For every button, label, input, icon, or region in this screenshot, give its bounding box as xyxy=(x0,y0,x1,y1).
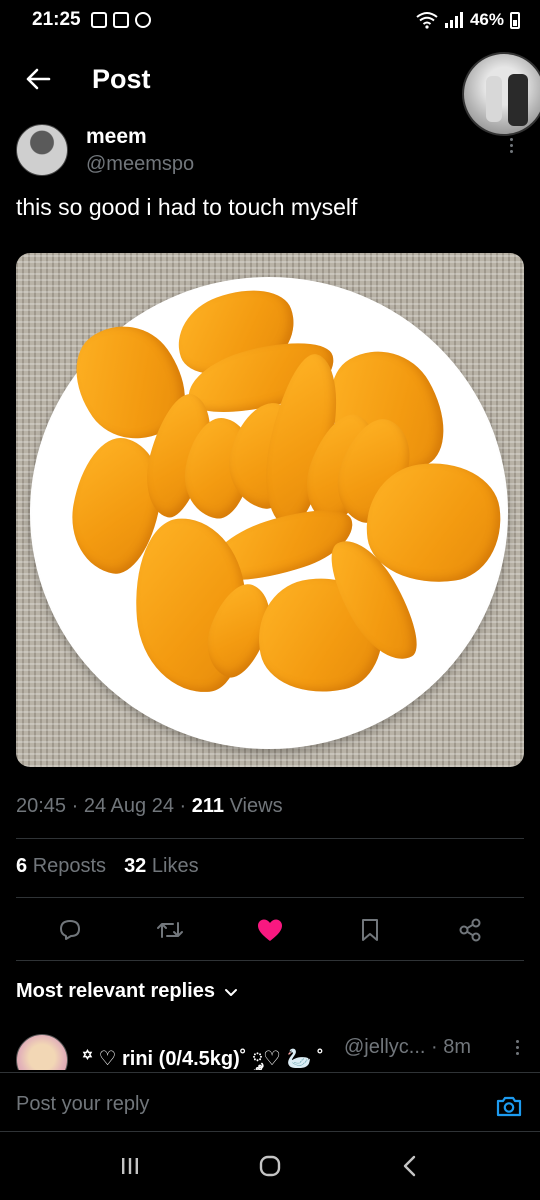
post-text: this so good i had to touch myself xyxy=(16,194,358,220)
repost-icon xyxy=(157,922,183,938)
battery-icon xyxy=(510,11,520,29)
bookmark-icon xyxy=(362,919,378,941)
replies-sort-label: Most relevant replies xyxy=(16,980,215,1002)
reply-icon xyxy=(60,920,80,940)
reply-button[interactable] xyxy=(50,910,90,950)
author-handle[interactable]: @meemspo xyxy=(86,150,194,178)
reposts-count: 6 xyxy=(16,855,28,877)
reposts-stat[interactable]: 6 Reposts xyxy=(16,855,106,878)
like-button[interactable] xyxy=(250,910,290,950)
reply-more-icon[interactable] xyxy=(514,1040,520,1055)
reply-author-name[interactable]: ꙳ ♡ rini (0/4.5kg)˚ ༘♡ 🦢 ˚ xyxy=(82,1036,324,1070)
repost-button[interactable] xyxy=(150,910,190,950)
system-nav-bar xyxy=(0,1132,540,1200)
likes-stat[interactable]: 32 Likes xyxy=(124,855,199,878)
replies-sort-dropdown[interactable]: Most relevant replies xyxy=(16,980,239,1003)
wifi-icon xyxy=(416,12,438,29)
signal-icon xyxy=(444,12,463,28)
recents-icon xyxy=(122,1158,138,1174)
checkbox-icon xyxy=(112,12,129,28)
chevron-down-icon xyxy=(224,988,237,996)
system-back-button[interactable] xyxy=(390,1146,430,1186)
page-title: Post xyxy=(92,63,151,94)
reply-avatar[interactable] xyxy=(16,1034,68,1070)
post-stats: 6 Reposts 32 Likes xyxy=(16,855,199,878)
share-icon xyxy=(459,918,481,942)
meta-separator: · xyxy=(179,795,187,817)
camera-icon xyxy=(496,1096,522,1117)
reply-composer[interactable]: Post your reply xyxy=(0,1072,540,1132)
likes-label: Likes xyxy=(151,855,199,877)
likes-count: 32 xyxy=(124,855,147,877)
divider xyxy=(16,960,524,961)
author-avatar[interactable] xyxy=(16,124,68,176)
chevron-left-icon xyxy=(403,1155,416,1177)
status-bar: 21:25 46% xyxy=(0,0,540,40)
post-author: meem @meemspo xyxy=(16,124,513,184)
home-button[interactable] xyxy=(250,1146,290,1186)
more-options-icon[interactable] xyxy=(508,138,514,153)
reply-item[interactable]: ꙳ ♡ rini (0/4.5kg)˚ ༘♡ 🦢 ˚ @jellyc... · … xyxy=(16,1030,524,1070)
battery-percentage: 46% xyxy=(469,10,504,29)
home-icon xyxy=(259,1155,281,1177)
heart-filled-icon xyxy=(258,919,282,941)
post-meta: 20:45 · 24 Aug 24 · 211 Views xyxy=(16,795,283,818)
divider xyxy=(16,897,524,898)
top-header: Post xyxy=(0,40,540,136)
action-bar xyxy=(0,910,540,950)
status-time: 21:25 xyxy=(32,9,81,30)
back-button[interactable] xyxy=(10,51,66,107)
views-label: Views xyxy=(229,795,283,817)
views-count: 211 xyxy=(191,795,225,817)
reply-time: · 8m xyxy=(431,1036,471,1058)
reply-handle-text: @jellyc... xyxy=(344,1036,426,1058)
arrow-left-icon xyxy=(26,68,51,90)
reply-input[interactable]: Post your reply xyxy=(16,1093,149,1116)
author-name[interactable]: meem xyxy=(86,124,194,150)
divider xyxy=(16,838,524,839)
camera-button[interactable] xyxy=(494,1091,524,1121)
reply-author-handle: @jellyc... · 8m xyxy=(344,1036,471,1059)
recents-button[interactable] xyxy=(110,1146,150,1186)
post-date: 24 Aug 24 xyxy=(83,795,174,817)
bookmark-button[interactable] xyxy=(350,910,390,950)
post-image[interactable] xyxy=(16,253,524,767)
share-button[interactable] xyxy=(450,910,490,950)
meta-separator: · xyxy=(71,795,79,817)
post-time: 20:45 xyxy=(16,795,67,817)
messenger-icon xyxy=(134,12,151,28)
gallery-icon xyxy=(90,12,107,28)
reposts-label: Reposts xyxy=(32,855,107,877)
